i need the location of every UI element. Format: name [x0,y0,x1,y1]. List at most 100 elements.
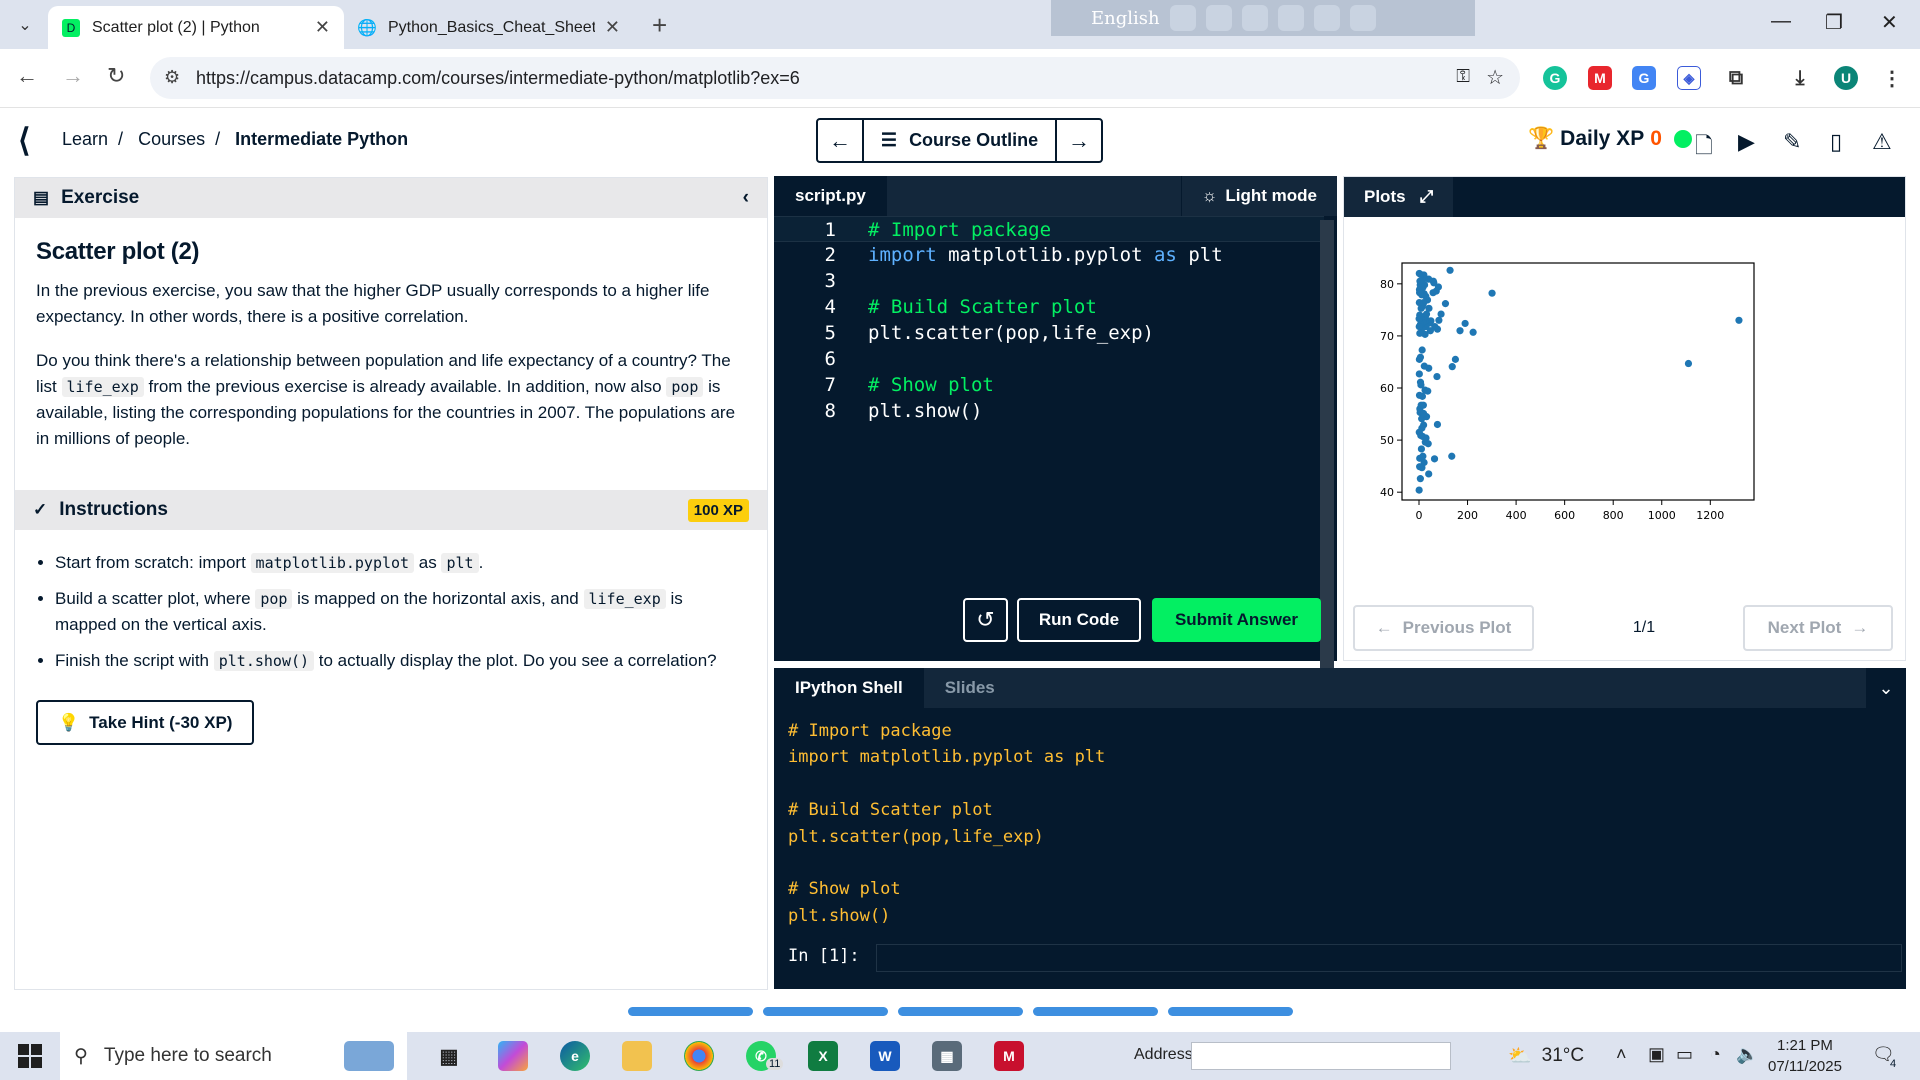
submit-answer-button[interactable]: Submit Answer [1152,598,1321,642]
tab-title: Scatter plot (2) | Python [92,18,260,36]
run-code-button[interactable]: Run Code [1017,598,1141,642]
language-toolbar: English [1051,0,1475,36]
download-icon[interactable]: ⤓ [1788,66,1812,90]
url-field[interactable]: ⚙ https://campus.datacamp.com/courses/in… [150,57,1520,99]
light-mode-toggle[interactable]: ☼ Light mode [1180,176,1337,216]
progress-segment[interactable] [1168,1007,1293,1016]
video-icon[interactable]: ▶ [1738,129,1755,155]
task-view-icon[interactable]: ▦ [434,1041,464,1071]
excel-icon[interactable]: X [808,1041,838,1071]
progress-segment[interactable] [628,1007,753,1016]
windows-start-icon[interactable] [18,1044,42,1068]
take-hint-button[interactable]: 💡 Take Hint (-30 XP) [36,700,255,745]
help-icon[interactable] [1313,5,1340,31]
chrome-icon[interactable] [684,1041,714,1071]
translate-icon[interactable]: G [1632,66,1656,90]
reset-code-button[interactable]: ↺ [963,598,1008,642]
toolbar-icon[interactable] [1277,5,1304,31]
grammarly-icon[interactable]: G [1543,66,1567,90]
collapse-panel-icon[interactable]: ‹ [743,187,749,209]
browser-tab-active[interactable]: D Scatter plot (2) | Python ✕ [48,6,344,49]
expand-icon[interactable]: ⤢ [1420,187,1434,207]
close-tab-icon[interactable]: ✕ [315,17,330,38]
code-line[interactable]: 8 plt.show() [774,398,1324,424]
address-toolbar-input[interactable] [1191,1042,1451,1070]
progress-segment[interactable] [763,1007,888,1016]
tray-chevron-icon[interactable]: ˄ [1616,1044,1627,1065]
document-icon[interactable]: 🗋 [1695,129,1713,167]
breadcrumb-current[interactable]: Intermediate Python [235,129,408,149]
breadcrumb-courses[interactable]: Courses [138,129,205,149]
wifi-icon[interactable]: ◔ [1710,1044,1721,1065]
copilot-icon[interactable] [498,1041,528,1071]
chevron-down-icon[interactable]: ⌄ [1866,668,1906,708]
password-key-icon[interactable]: ⚿ [1456,66,1470,87]
site-info-icon[interactable]: ⚙ [164,67,180,88]
datacamp-logo-icon[interactable]: ⟨ [18,121,30,159]
minimize-icon[interactable]: — [1771,10,1791,33]
progress-segment[interactable] [1033,1007,1158,1016]
date: 07/11/2025 [1768,1058,1842,1075]
clock[interactable]: 1:21 PM 07/11/2025 [1768,1035,1842,1077]
warning-icon[interactable]: ⚠ [1872,129,1892,155]
reload-icon[interactable]: ↻ [107,63,125,89]
editor-scrollbar[interactable] [1320,220,1334,708]
volume-icon[interactable]: 🔈 [1736,1044,1758,1065]
restore-icon[interactable]: ❐ [1825,10,1843,35]
code-line[interactable]: 7 # Show plot [774,372,1324,398]
close-tab-icon[interactable]: ✕ [605,17,620,38]
code-line[interactable]: 2 import matplotlib.pyplot as plt [774,242,1324,268]
pencil-icon[interactable]: ✎ [1783,129,1801,155]
extension-cube-icon[interactable]: ◈ [1677,66,1701,90]
tab-search-dropdown[interactable]: ⌄ [10,10,40,40]
course-outline-button[interactable]: ☰ Course Outline [862,120,1057,161]
extensions-puzzle-icon[interactable]: ⧉ [1724,66,1748,90]
profile-avatar[interactable]: U [1834,66,1858,90]
windows-taskbar: ⚲ Type here to search ▦ e ✆ 11 X W ▦ M A… [0,1032,1920,1080]
bookmark-star-icon[interactable]: ☆ [1486,65,1504,90]
close-window-icon[interactable]: ✕ [1881,10,1898,35]
tab-ipython-shell[interactable]: IPython Shell [774,668,924,708]
toolbar-icon[interactable] [1241,5,1268,31]
code-line[interactable]: 1 # Import package [774,216,1324,242]
code-line[interactable]: 4 # Build Scatter plot [774,294,1324,320]
battery-icon[interactable]: ▭ [1676,1044,1693,1065]
next-exercise-button[interactable]: → [1057,120,1101,161]
previous-exercise-button[interactable]: ← [818,120,862,161]
scatter-point [1415,315,1423,323]
word-icon[interactable]: W [870,1041,900,1071]
edge-icon[interactable]: e [560,1041,590,1071]
shell-input[interactable] [876,944,1902,972]
tab-script-py[interactable]: script.py [774,176,887,216]
weather-widget[interactable]: ⛅ 31°C [1508,1044,1584,1068]
mobile-icon[interactable]: ▯ [1830,129,1842,155]
toolbar-icon[interactable] [1169,5,1196,31]
breadcrumb-learn[interactable]: Learn [62,129,108,149]
code-line[interactable]: 5 plt.scatter(pop,life_exp) [774,320,1324,346]
search-highlight-icon[interactable] [344,1041,394,1071]
previous-plot-button[interactable]: ← Previous Plot [1353,605,1534,651]
more-menu-icon[interactable]: ⋮ [1880,66,1904,90]
next-plot-button[interactable]: Next Plot → [1743,605,1893,651]
toolbar-icon[interactable] [1205,5,1232,31]
mcafee-icon[interactable]: M [994,1041,1024,1071]
tab-plots[interactable]: Plots ⤢ [1344,177,1454,217]
inline-code: plt [441,553,479,573]
scatter-point [1417,401,1425,409]
code-line[interactable]: 3 [774,268,1324,294]
y-tick-label: 80 [1380,278,1394,291]
code-line[interactable]: 6 [774,346,1324,372]
progress-segment[interactable] [898,1007,1023,1016]
new-tab-icon[interactable]: + [652,10,667,41]
back-arrow-icon[interactable]: ← [16,63,38,89]
forward-arrow-icon[interactable]: → [62,63,84,89]
calculator-icon[interactable]: ▦ [932,1041,962,1071]
code-area[interactable]: 1 # Import package 2 import matplotlib.pypl… [774,216,1324,424]
extension-icon[interactable]: M [1588,66,1612,90]
browser-tab[interactable]: 🌐 Python_Basics_Cheat_Sheet-up ✕ [344,6,634,49]
file-explorer-icon[interactable] [622,1041,652,1071]
language-label[interactable]: English [1091,8,1160,29]
close-icon[interactable] [1349,5,1376,31]
tab-slides[interactable]: Slides [923,668,1016,708]
meet-icon[interactable]: ▣ [1648,1044,1665,1065]
